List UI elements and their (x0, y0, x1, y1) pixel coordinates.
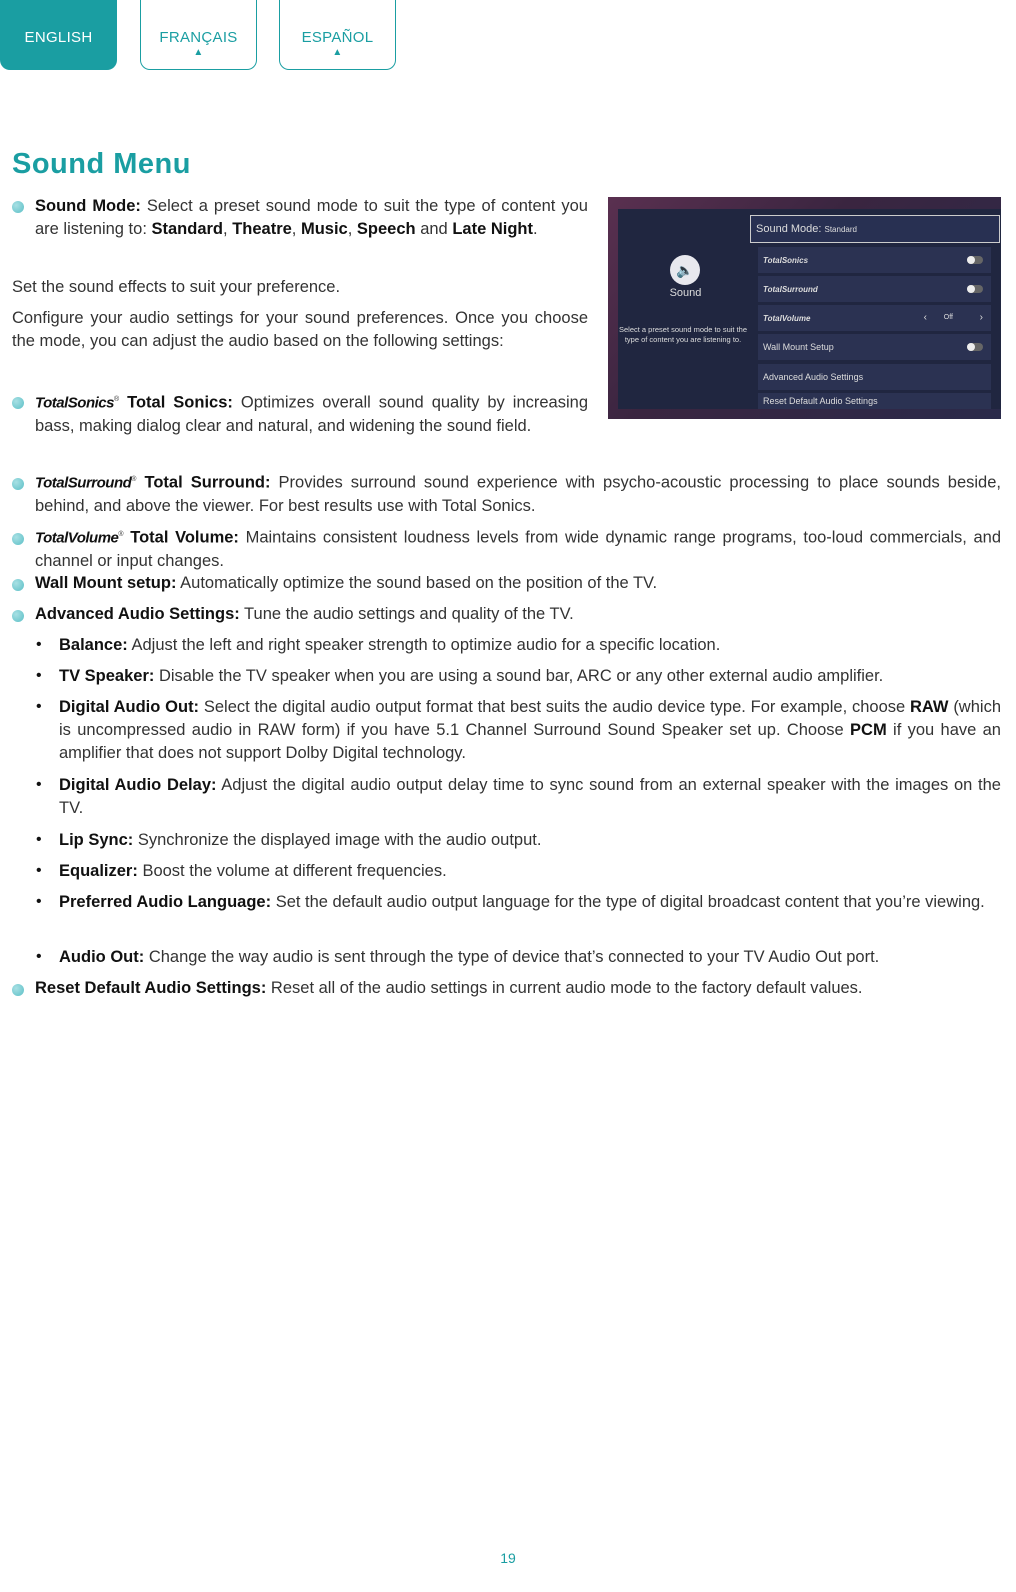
totalvolume-value: Off (943, 314, 953, 321)
preferred-audio-language-item: Preferred Audio Language: Set the defaul… (59, 893, 985, 911)
panel-description: Select a preset sound mode to suit the t… (619, 325, 747, 344)
intro-text-2: Configure your audio settings for your s… (12, 309, 588, 350)
total-sonics-item: TotalSonics® Total Sonics: Optimizes ove… (35, 393, 588, 435)
totalsonics-logo-icon: TotalSonics (35, 394, 114, 412)
digital-audio-delay-item: Digital Audio Delay: Adjust the digital … (59, 776, 1001, 817)
total-surround-item: TotalSurround® Total Surround: Provides … (35, 473, 1001, 515)
intro-text-1: Set the sound effects to suit your prefe… (12, 278, 341, 296)
bullet-dot: • (36, 862, 42, 879)
toggle-switch[interactable] (967, 285, 983, 293)
bullet-dot: • (36, 831, 42, 848)
speaker-icon: 🔈 (670, 255, 700, 285)
bullet-dot: • (36, 667, 42, 684)
bullet-dot: • (36, 893, 42, 910)
total-volume-item: TotalVolume® Total Volume: Maintains con… (35, 528, 1001, 570)
bullet-icon (12, 397, 24, 409)
totalvolume-row[interactable]: TotalVolume ‹ Off › (758, 305, 991, 331)
bullet-dot: • (36, 698, 42, 715)
bullet-icon (12, 478, 24, 490)
lip-sync-item: Lip Sync: Synchronize the displayed imag… (59, 831, 542, 849)
totalsonics-row[interactable]: TotalSonics (758, 247, 991, 273)
bullet-icon (12, 533, 24, 545)
wall-mount-item: Wall Mount setup: Automatically optimize… (35, 574, 658, 592)
totalvolume-logo-icon: TotalVolume (763, 314, 811, 323)
sound-menu-panel: 🔈 Sound Select a preset sound mode to su… (618, 209, 1001, 409)
tab-francais[interactable]: FRANÇAIS ▲ (140, 0, 257, 70)
bullet-dot: • (36, 776, 42, 793)
bullet-icon (12, 201, 24, 213)
totalsonics-logo-icon: TotalSonics (763, 256, 809, 265)
bullet-dot: • (36, 636, 42, 653)
totalsurround-logo-icon: TotalSurround (35, 474, 132, 492)
totalsurround-logo-icon: TotalSurround (763, 285, 818, 294)
bullet-dot: • (36, 948, 42, 965)
audio-out-item: Audio Out: Change the way audio is sent … (59, 948, 880, 966)
reset-default-item: Reset Default Audio Settings: Reset all … (35, 979, 863, 997)
tab-espanol[interactable]: ESPAÑOL ▲ (279, 0, 396, 70)
chevron-left-icon[interactable]: ‹ (924, 305, 927, 331)
toggle-switch[interactable] (967, 343, 983, 351)
bullet-icon (12, 984, 24, 996)
advanced-audio-settings-row[interactable]: Advanced Audio Settings (758, 364, 991, 390)
sound-mode-paragraph: Sound Mode: Select a preset sound mode t… (35, 197, 588, 238)
toggle-switch[interactable] (967, 256, 983, 264)
panel-title: Sound (669, 287, 702, 299)
tv-speaker-item: TV Speaker: Disable the TV speaker when … (59, 667, 884, 685)
equalizer-item: Equalizer: Boost the volume at different… (59, 862, 447, 880)
tv-sound-menu-screenshot: 🔈 Sound Select a preset sound mode to su… (608, 197, 1001, 419)
wall-mount-setup-row[interactable]: Wall Mount Setup (758, 334, 991, 360)
totalsurround-row[interactable]: TotalSurround (758, 276, 991, 302)
totalvolume-logo-icon: TotalVolume (35, 529, 119, 547)
triangle-up-icon: ▲ (332, 47, 343, 58)
advanced-audio-item: Advanced Audio Settings: Tune the audio … (35, 605, 574, 623)
page-number: 19 (500, 1550, 516, 1566)
digital-audio-out-item: Digital Audio Out: Select the digital au… (59, 698, 1001, 762)
sound-mode-row[interactable]: Sound Mode: Standard (750, 215, 1000, 243)
tab-english[interactable]: ENGLISH (0, 0, 117, 70)
triangle-up-icon: ▲ (193, 47, 204, 58)
balance-item: Balance: Adjust the left and right speak… (59, 636, 721, 654)
bullet-icon (12, 579, 24, 591)
page-title: Sound Menu (12, 148, 191, 180)
chevron-right-icon[interactable]: › (980, 305, 983, 331)
bullet-icon (12, 610, 24, 622)
reset-default-audio-row[interactable]: Reset Default Audio Settings (758, 393, 991, 409)
